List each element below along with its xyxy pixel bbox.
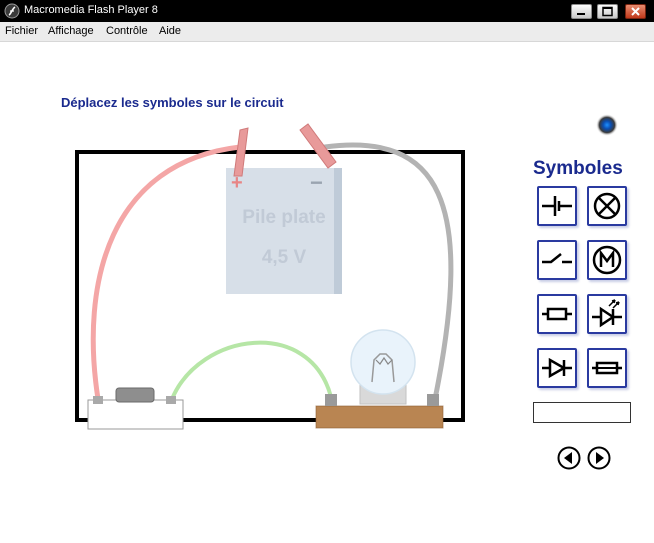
diode-symbol-icon — [542, 357, 572, 379]
switch-terminal-right — [166, 396, 176, 404]
resistor-symbol-icon — [542, 307, 572, 321]
close-button[interactable] — [625, 4, 646, 19]
motor-symbol-icon — [592, 245, 622, 275]
symbol-resistor-button[interactable] — [537, 294, 577, 334]
symbol-lamp-button[interactable] — [587, 186, 627, 226]
lamp-terminal-left — [325, 394, 337, 406]
minimize-icon — [577, 13, 585, 15]
circuit-board — [75, 123, 465, 430]
flash-stage: Déplacez les symboles sur le circuit Pil… — [0, 42, 654, 543]
lamp-base-board — [316, 406, 443, 428]
title-bar: Macromedia Flash Player 8 — [0, 0, 654, 22]
battery-plus-sign: + — [231, 172, 243, 194]
lamp-terminal-right — [427, 394, 439, 406]
battery-body — [226, 168, 342, 294]
symbol-fuse-button[interactable] — [587, 348, 627, 388]
switch-terminal-left — [93, 396, 103, 404]
symbol-motor-button[interactable] — [587, 240, 627, 280]
symbol-cell-button[interactable] — [537, 186, 577, 226]
switch-base — [87, 399, 184, 430]
battery-label-pile: Pile plate — [242, 207, 326, 228]
symbol-diode-button[interactable] — [537, 348, 577, 388]
battery-edge — [334, 168, 342, 294]
menu-aide[interactable]: Aide — [159, 25, 181, 37]
next-button[interactable] — [587, 446, 611, 470]
symbol-led-button[interactable] — [587, 294, 627, 334]
maximize-icon — [602, 6, 613, 17]
close-icon — [631, 7, 640, 16]
led-symbol-icon — [592, 299, 622, 328]
window-title: Macromedia Flash Player 8 — [24, 4, 158, 16]
lamp-bulb — [350, 329, 416, 395]
answer-field[interactable] — [533, 402, 631, 423]
switch-symbol-icon — [542, 253, 572, 264]
symbol-switch-button[interactable] — [537, 240, 577, 280]
menu-controle[interactable]: Contrôle — [106, 25, 148, 37]
lamp[interactable] — [315, 329, 444, 429]
battery-label-voltage: 4,5 V — [261, 247, 307, 268]
previous-button[interactable] — [557, 446, 581, 470]
fuse-symbol-icon — [592, 361, 622, 375]
menu-bar: Fichier Affichage Contrôle Aide — [0, 22, 654, 42]
cell-symbol-icon — [542, 196, 572, 216]
maximize-button[interactable] — [597, 4, 618, 19]
push-switch[interactable] — [87, 387, 184, 430]
symbols-title: Symboles — [533, 158, 623, 179]
lamp-symbol-icon — [593, 192, 621, 220]
minimize-button[interactable] — [571, 4, 592, 19]
battery[interactable] — [226, 168, 342, 294]
menu-affichage[interactable]: Affichage — [48, 25, 94, 37]
flash-player-icon — [4, 3, 20, 19]
battery-minus-sign: − — [310, 170, 323, 195]
green-wire[interactable] — [170, 340, 333, 401]
red-wire[interactable] — [90, 144, 243, 402]
menu-fichier[interactable]: Fichier — [5, 25, 38, 37]
switch-button — [115, 387, 155, 403]
